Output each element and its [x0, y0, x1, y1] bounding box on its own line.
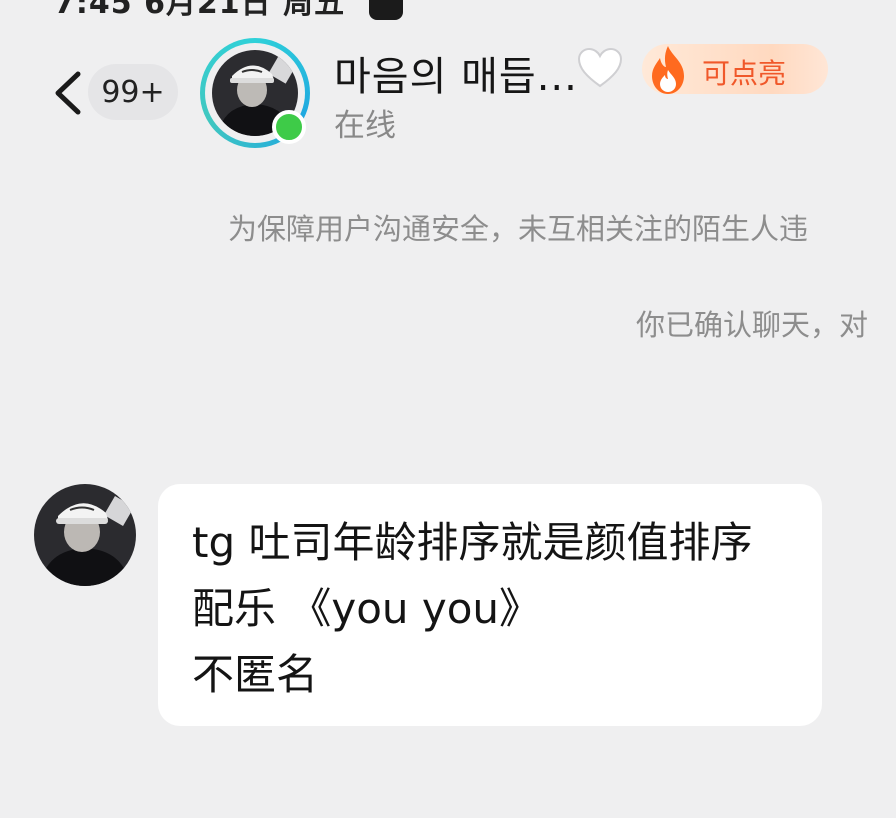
chat-confirm-notice: 你已确认聊天，对: [636, 308, 869, 342]
message-line: 不匿名: [192, 650, 319, 699]
message-bubble[interactable]: tg 吐司年龄排序就是颜值排序 配乐 《you you》 不匿名: [158, 484, 822, 726]
app-notification-icon: [369, 0, 404, 20]
status-bar-text: 7:45 6月21日 周五: [54, 0, 346, 21]
light-up-button[interactable]: 可点亮: [642, 44, 828, 94]
message-line: 配乐 《you you》: [192, 584, 542, 633]
back-button[interactable]: [50, 68, 86, 118]
message-line: tg 吐司年龄排序就是颜值排序: [192, 518, 753, 567]
status-bar: 7:45 6月21日 周五: [54, 0, 404, 21]
safety-notice: 为保障用户沟通安全，未互相关注的陌生人违: [228, 212, 809, 246]
sender-avatar[interactable]: [34, 484, 136, 586]
presence-status: 在线: [334, 108, 396, 144]
chevron-left-icon: [55, 71, 81, 115]
contact-name[interactable]: 마음의 매듭...: [334, 44, 578, 102]
unread-count-badge[interactable]: 99+: [88, 64, 178, 120]
light-up-label: 可点亮: [702, 57, 787, 90]
white-heart-icon: [577, 47, 623, 88]
online-status-dot: [272, 110, 306, 144]
flame-icon: [652, 46, 684, 94]
